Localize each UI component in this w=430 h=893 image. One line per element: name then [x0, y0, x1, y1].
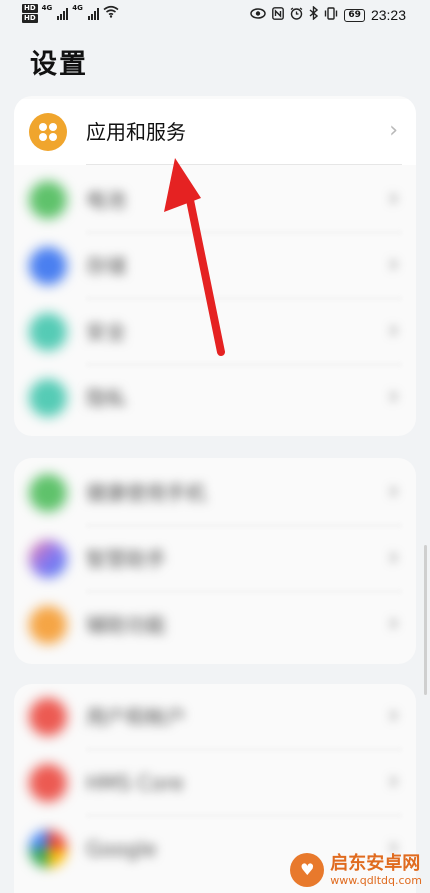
settings-item-label: 辅助功能 [86, 613, 166, 637]
scrollbar[interactable] [424, 545, 427, 695]
sim-badges: HD HD [22, 4, 38, 23]
watermark-logo-icon: ♥ [290, 853, 325, 887]
status-time: 23:23 [370, 7, 406, 23]
apps-icon [29, 113, 67, 151]
wifi-icon [103, 5, 119, 22]
settings-item-label: 存储 [86, 254, 126, 278]
settings-item-label: 智慧助手 [86, 547, 166, 571]
chevron-right-icon: › [389, 318, 398, 343]
hms-icon [29, 764, 67, 802]
health-icon [29, 474, 67, 512]
chevron-right-icon: › [389, 252, 398, 277]
chevron-right-icon: › [389, 118, 398, 143]
alarm-icon [290, 6, 303, 24]
settings-group-1: 应用和服务 › 电池 › 存储 › 安全 › 隐私 › [14, 96, 416, 436]
divider [86, 164, 402, 165]
chevron-right-icon: › [389, 384, 398, 409]
settings-item-apps-services[interactable]: 应用和服务 › [14, 99, 416, 165]
status-left: HD HD 4G 4G [22, 4, 119, 23]
security-icon [29, 313, 67, 351]
chevron-right-icon: › [389, 611, 398, 636]
signal-icon [57, 7, 69, 20]
settings-item-security[interactable]: 安全 › [14, 299, 416, 365]
page-title: 设置 [30, 49, 88, 80]
sim1-hd-badge: HD [22, 4, 38, 13]
chevron-right-icon: › [389, 479, 398, 504]
sim2-hd-badge: HD [22, 14, 38, 23]
settings-item-label: 电池 [86, 188, 126, 212]
settings-item-label: HMS Core [86, 771, 184, 795]
settings-item-digital-balance[interactable]: 健康使用手机 › [14, 460, 416, 526]
eye-icon [250, 7, 267, 23]
settings-item-accounts[interactable]: 用户和帐户 › [14, 684, 416, 750]
watermark: ♥ 启东安卓网 www.qdltdq.com [290, 853, 422, 887]
battery-icon [29, 181, 67, 219]
settings-group-2: 健康使用手机 › 智慧助手 › 辅助功能 › [14, 458, 416, 664]
assistant-icon [29, 540, 67, 578]
settings-item-hms-core[interactable]: HMS Core › [14, 750, 416, 816]
settings-item-battery[interactable]: 电池 › [14, 167, 416, 233]
watermark-url: www.qdltdq.com [330, 873, 422, 887]
network2-label: 4G [72, 4, 83, 12]
settings-item-privacy[interactable]: 隐私 › [14, 365, 416, 431]
google-icon [29, 830, 67, 868]
chevron-right-icon: › [389, 545, 398, 570]
user-icon [29, 698, 67, 736]
network1-label: 4G [41, 4, 53, 12]
status-bar: HD HD 4G 4G 69 23:23 [0, 0, 430, 34]
settings-item-label: Google [86, 837, 157, 861]
chevron-right-icon: › [389, 703, 398, 728]
bluetooth-icon [309, 5, 319, 24]
settings-item-label: 安全 [86, 320, 126, 344]
settings-item-accessibility[interactable]: 辅助功能 › [14, 592, 416, 658]
settings-item-label: 用户和帐户 [86, 705, 186, 729]
settings-item-assistant[interactable]: 智慧助手 › [14, 526, 416, 592]
storage-icon [29, 247, 67, 285]
settings-item-label: 应用和服务 [86, 120, 186, 144]
watermark-text: 启东安卓网 www.qdltdq.com [330, 852, 422, 887]
chevron-right-icon: › [389, 186, 398, 211]
watermark-name: 启东安卓网 [330, 852, 421, 874]
vibrate-icon [324, 6, 338, 24]
chevron-right-icon: › [389, 769, 398, 794]
signal-icon-2 [87, 7, 99, 20]
accessibility-icon [29, 606, 67, 644]
settings-item-label: 隐私 [86, 386, 126, 410]
privacy-icon [29, 379, 67, 417]
battery-indicator: 69 [344, 8, 365, 22]
settings-item-label: 健康使用手机 [86, 481, 206, 505]
settings-item-storage[interactable]: 存储 › [14, 233, 416, 299]
nfc-icon [272, 6, 285, 24]
status-right: 69 23:23 [250, 5, 406, 24]
